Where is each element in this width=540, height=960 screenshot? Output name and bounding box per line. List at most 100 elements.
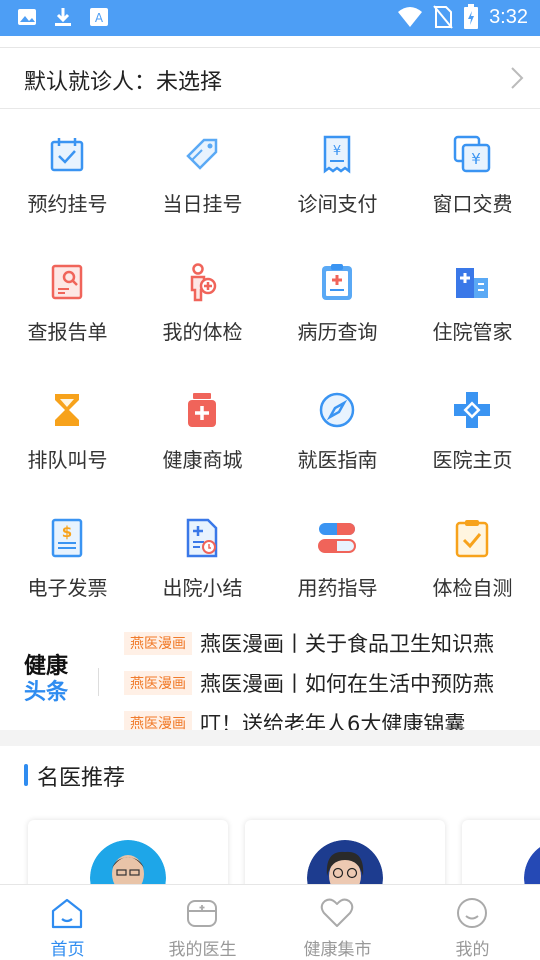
grid-item-queue[interactable]: 排队叫号 — [0, 374, 135, 502]
grid-item-discharge-summary[interactable]: 出院小结 — [135, 502, 270, 630]
grid-item-label: 健康商城 — [162, 448, 243, 472]
grid-item-label: 当日挂号 — [162, 192, 243, 216]
compass-icon — [319, 392, 355, 428]
tab-health-market[interactable]: 健康集市 — [270, 885, 405, 960]
grid-item-label: 住院管家 — [432, 320, 513, 344]
grid-item-health-mall[interactable]: 健康商城 — [135, 374, 270, 502]
default-patient-row[interactable]: 默认就诊人：未选择 — [0, 48, 540, 109]
svg-text:¥: ¥ — [333, 144, 341, 159]
doctor-card[interactable] — [28, 820, 228, 884]
grid-item-label: 医院主页 — [432, 448, 513, 472]
clipboard-cross-icon — [322, 264, 352, 300]
grid-item-hospital-home[interactable]: 医院主页 — [405, 374, 540, 502]
svg-text:¥: ¥ — [471, 150, 481, 168]
capsule-icon — [318, 523, 356, 553]
tag-icon — [186, 138, 218, 170]
tab-label: 我的医生 — [168, 940, 237, 960]
body-check-icon — [190, 263, 217, 302]
grid-item-label: 我的体检 — [162, 320, 243, 344]
headlines-logo-line2: 头条 — [24, 680, 69, 706]
report-search-icon — [51, 264, 83, 300]
header-strip — [0, 36, 540, 48]
headline-item[interactable]: 燕医漫画 燕医漫画丨如何在生活中预防燕 — [124, 668, 494, 696]
headline-title: 燕医漫画丨如何在生活中预防燕 — [200, 672, 494, 696]
headline-tag: 燕医漫画 — [124, 711, 192, 730]
grid-item-label: 窗口交费 — [432, 192, 513, 216]
tab-label: 我的 — [455, 940, 490, 960]
download-icon — [55, 8, 71, 26]
headlines-logo: 健康 头条 — [24, 654, 84, 707]
battery-icon — [464, 4, 479, 29]
hospital-cross-icon — [454, 392, 490, 428]
heart-icon — [320, 898, 354, 927]
headline-item[interactable]: 燕医漫画 燕医漫画丨关于食品卫生知识燕 — [124, 632, 494, 656]
tab-profile[interactable]: 我的 — [405, 885, 540, 960]
status-time: 3:32 — [489, 5, 528, 28]
grid-item-label: 排队叫号 — [27, 448, 108, 472]
medicine-bottle-icon — [188, 393, 216, 427]
grid-item-label: 体检自测 — [432, 576, 513, 600]
section-gap — [0, 730, 540, 746]
window-yuan-icon: ¥ — [453, 135, 491, 173]
grid-item-window-pay[interactable]: ¥ 窗口交费 — [405, 118, 540, 246]
doctor-avatar — [524, 847, 540, 884]
grid-item-label: 诊间支付 — [297, 192, 378, 216]
svg-text:$: $ — [62, 523, 72, 541]
doctor-avatar — [307, 840, 383, 884]
headline-tag: 燕医漫画 — [124, 632, 192, 655]
smile-face-icon — [457, 898, 487, 928]
grid-item-label: 查报告单 — [27, 320, 108, 344]
hospital-building-icon — [456, 268, 488, 298]
tab-label: 首页 — [50, 940, 85, 960]
doctor-card[interactable] — [245, 820, 445, 884]
status-left-icons: A — [16, 6, 110, 28]
wifi-icon — [398, 7, 423, 27]
grid-item-inpatient[interactable]: 住院管家 — [405, 246, 540, 374]
headline-title: 叮！送给老年人6大健康锦囊 — [200, 712, 466, 730]
doctor-cards — [0, 806, 540, 884]
default-patient-label: 默认就诊人：未选择 — [24, 70, 223, 95]
service-grid: 预约挂号 当日挂号 ¥ 诊间支付 ¥ 窗口交费 查报告单 我的体检 病历查询 住… — [0, 118, 540, 630]
svg-text:A: A — [95, 11, 104, 25]
tab-label: 健康集市 — [303, 940, 372, 960]
grid-item-clinic-pay[interactable]: ¥ 诊间支付 — [270, 118, 405, 246]
headlines-divider — [98, 668, 99, 696]
grid-item-guide[interactable]: 就医指南 — [270, 374, 405, 502]
grid-item-same-day[interactable]: 当日挂号 — [135, 118, 270, 246]
headline-tag: 燕医漫画 — [124, 671, 192, 695]
status-bar: A 3:32 — [0, 0, 540, 36]
grid-item-self-test[interactable]: 体检自测 — [405, 502, 540, 630]
receipt-yuan-icon: ¥ — [323, 135, 351, 174]
status-right-icons: 3:32 — [397, 4, 528, 30]
chevron-right-icon — [511, 67, 524, 89]
tab-my-doctor[interactable]: 我的医生 — [135, 885, 270, 960]
grid-item-e-invoice[interactable]: $ 电子发票 — [0, 502, 135, 630]
doctor-bag-icon — [187, 900, 217, 927]
grid-item-appointment[interactable]: 预约挂号 — [0, 118, 135, 246]
grid-item-label: 用药指导 — [297, 576, 378, 600]
discharge-doc-icon — [186, 518, 218, 558]
no-sim-icon — [433, 5, 453, 29]
headline-item[interactable]: 燕医漫画 叮！送给老年人6大健康锦囊 — [124, 708, 465, 730]
image-icon — [18, 9, 36, 25]
section-title: 名医推荐 — [37, 766, 126, 791]
bottom-tab-bar: 首页 我的医生 健康集市 我的 — [0, 884, 540, 960]
grid-item-medication[interactable]: 用药指导 — [270, 502, 405, 630]
grid-item-medical-record[interactable]: 病历查询 — [270, 246, 405, 374]
doctor-avatar — [90, 840, 166, 884]
home-icon — [51, 898, 83, 929]
calendar-check-icon — [50, 138, 84, 172]
tab-home[interactable]: 首页 — [0, 885, 135, 960]
hourglass-icon — [55, 394, 79, 426]
font-a-icon: A — [90, 8, 108, 26]
grid-item-label: 预约挂号 — [27, 192, 108, 216]
grid-item-label: 病历查询 — [297, 320, 378, 344]
grid-item-label: 就医指南 — [297, 448, 378, 472]
grid-item-label: 电子发票 — [27, 576, 108, 600]
famous-doctors-header: 名医推荐 — [0, 746, 540, 806]
headlines-logo-line1: 健康 — [24, 654, 69, 679]
grid-item-my-checkup[interactable]: 我的体检 — [135, 246, 270, 374]
doctor-card[interactable] — [462, 820, 540, 884]
invoice-dollar-icon: $ — [51, 518, 83, 558]
grid-item-report[interactable]: 查报告单 — [0, 246, 135, 374]
